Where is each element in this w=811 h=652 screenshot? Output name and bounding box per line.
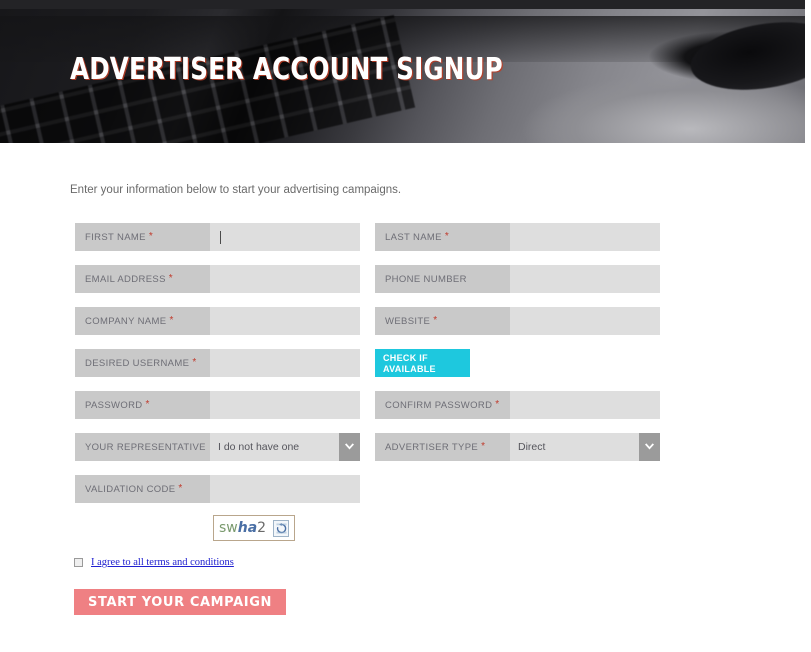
phone-label: PHONE NUMBER [375,265,510,293]
advertiser-type-label-text: ADVERTISER TYPE [385,441,479,453]
signup-page: ADVERTISER ACCOUNT SIGNUP Enter your inf… [0,0,811,652]
company-input[interactable] [210,307,360,335]
check-button-line1: CHECK IF [383,353,428,363]
validation-code-label: VALIDATION CODE * [75,475,210,503]
field-row-first-name: FIRST NAME * [75,223,360,251]
required-asterisk: * [433,315,438,326]
representative-value: I do not have one [218,441,300,453]
required-asterisk: * [168,273,173,284]
field-row-email: EMAIL ADDRESS * [75,265,360,293]
terms-checkbox[interactable] [74,558,83,567]
required-asterisk: * [192,357,197,368]
phone-label-text: PHONE NUMBER [385,273,467,285]
captcha-part1: sw [219,520,238,536]
start-campaign-button[interactable]: START YOUR CAMPAIGN [74,589,286,615]
first-name-label-text: FIRST NAME [85,231,146,243]
company-label: COMPANY NAME * [75,307,210,335]
website-label-text: WEBSITE [385,315,431,327]
confirm-password-input[interactable] [510,391,660,419]
company-label-text: COMPANY NAME [85,315,167,327]
terms-and-conditions-link[interactable]: I agree to all terms and conditions [91,557,234,568]
intro-text: Enter your information below to start yo… [70,184,402,196]
password-input[interactable] [210,391,360,419]
phone-input[interactable] [510,265,660,293]
captcha-part2: ha [237,520,258,536]
field-row-company: COMPANY NAME * [75,307,360,335]
username-label: DESIRED USERNAME * [75,349,210,377]
hero-banner: ADVERTISER ACCOUNT SIGNUP [0,0,805,143]
username-input[interactable] [210,349,360,377]
advertiser-type-value: Direct [518,441,546,453]
last-name-label: LAST NAME * [375,223,510,251]
field-row-password: PASSWORD * [75,391,360,419]
representative-label: YOUR REPRESENTATIVE [75,433,210,461]
required-asterisk: * [495,399,500,410]
field-row-advertiser-type: ADVERTISER TYPE * Direct [375,433,660,461]
check-availability-button[interactable]: CHECK IF AVAILABLE [375,349,470,377]
page-title: ADVERTISER ACCOUNT SIGNUP [70,52,503,87]
required-asterisk: * [148,231,154,242]
captcha-refresh-icon[interactable] [273,520,289,537]
field-row-last-name: LAST NAME * [375,223,660,251]
advertiser-type-select[interactable]: Direct [510,433,660,461]
field-row-confirm-password: CONFIRM PASSWORD * [375,391,660,419]
check-button-line2: AVAILABLE [383,364,436,374]
field-row-validation-code: VALIDATION CODE * [75,475,360,503]
website-input[interactable] [510,307,660,335]
required-asterisk: * [178,483,183,494]
required-asterisk: * [444,231,450,242]
chevron-down-icon[interactable] [639,433,660,461]
captcha-part3: 2 [257,520,267,536]
captcha-image: swha2 [213,515,295,541]
terms-agreement: I agree to all terms and conditions [74,557,234,568]
validation-code-label-text: VALIDATION CODE [85,483,176,495]
required-asterisk: * [169,315,174,326]
first-name-input[interactable] [210,223,360,251]
field-row-representative: YOUR REPRESENTATIVE I do not have one [75,433,360,461]
field-row-username: DESIRED USERNAME * [75,349,360,377]
advertiser-type-label: ADVERTISER TYPE * [375,433,510,461]
text-caret [220,230,221,244]
field-row-phone: PHONE NUMBER [375,265,660,293]
field-row-website: WEBSITE * [375,307,660,335]
confirm-password-label: CONFIRM PASSWORD * [375,391,510,419]
required-asterisk: * [145,399,150,410]
username-label-text: DESIRED USERNAME [85,357,190,369]
email-label: EMAIL ADDRESS * [75,265,210,293]
website-label: WEBSITE * [375,307,510,335]
representative-select[interactable]: I do not have one [210,433,360,461]
chevron-down-icon[interactable] [339,433,360,461]
last-name-label-text: LAST NAME [385,231,442,243]
password-label-text: PASSWORD [85,399,143,411]
hero-top-strip [0,0,805,9]
email-input[interactable] [210,265,360,293]
hero-right-edge [805,0,811,143]
email-label-text: EMAIL ADDRESS [85,273,166,285]
first-name-label: FIRST NAME * [75,223,210,251]
required-asterisk: * [481,441,486,452]
captcha-text: swha2 [219,520,266,536]
password-label: PASSWORD * [75,391,210,419]
confirm-password-label-text: CONFIRM PASSWORD [385,399,493,411]
last-name-input[interactable] [510,223,660,251]
validation-code-input[interactable] [210,475,360,503]
representative-label-text: YOUR REPRESENTATIVE [85,441,206,453]
